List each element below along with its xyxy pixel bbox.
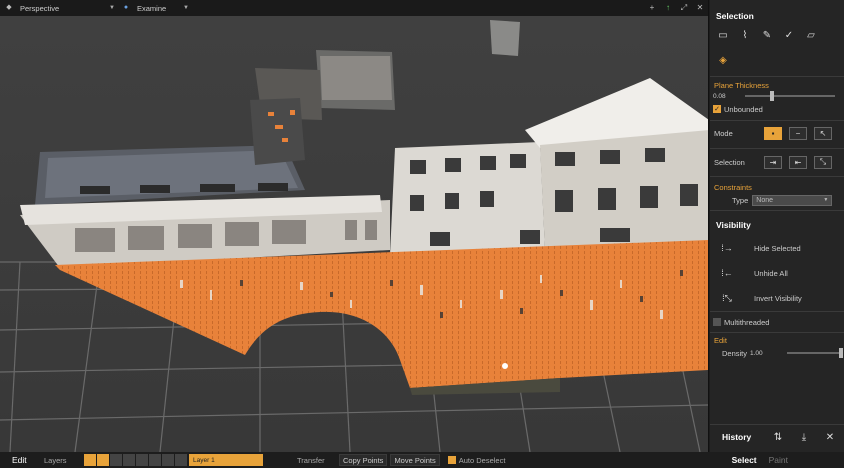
layer-slot[interactable] bbox=[84, 454, 96, 466]
multithreaded-label: Multithreaded bbox=[724, 317, 770, 327]
mouse-cursor bbox=[502, 363, 508, 369]
brush-select-icon[interactable]: ✎ bbox=[759, 28, 775, 42]
mode-intersect-button[interactable]: ↖ bbox=[814, 126, 832, 140]
unhide-all-row[interactable]: ⁞← Unhide All bbox=[710, 266, 844, 280]
selection-title: Selection bbox=[716, 11, 754, 21]
unbounded-label: Unbounded bbox=[724, 104, 763, 114]
bottom-toolbar: Edit Layers Layer 1 Transfer Copy Points… bbox=[0, 452, 844, 468]
up-arrow-icon[interactable]: ↑ bbox=[663, 3, 673, 13]
plane-select-icon[interactable]: ▱ bbox=[803, 28, 819, 42]
tool-panel: Selection ▭ ⌇ ✎ ✓ ▱ ◈ Plane Thickness 0.… bbox=[710, 0, 844, 452]
multithreaded-checkbox[interactable]: ✓ bbox=[713, 318, 721, 326]
chevron-down-icon: ▼ bbox=[183, 5, 189, 11]
plane-thickness-value: 0.08 bbox=[713, 92, 726, 100]
density-value: 1.00 bbox=[750, 349, 763, 357]
polygon-select-icon[interactable]: ⌇ bbox=[737, 28, 753, 42]
history-label[interactable]: History bbox=[722, 432, 770, 442]
layer-slot[interactable] bbox=[97, 454, 109, 466]
slider-knob[interactable] bbox=[839, 348, 844, 358]
density-slider[interactable] bbox=[787, 348, 844, 358]
layer-slot[interactable] bbox=[162, 454, 174, 466]
chevron-down-icon: ▼ bbox=[109, 5, 115, 11]
edit-section-label: Edit bbox=[714, 335, 727, 345]
viewport-toolbar: ◆ Perspective ▼ ● Examine ▼ + ↑ ⤢ ✕ bbox=[0, 0, 708, 16]
rectangle-select-icon[interactable]: ▭ bbox=[715, 28, 731, 42]
type-label: Type bbox=[732, 195, 749, 205]
selection-label: Selection bbox=[714, 157, 745, 167]
close-icon[interactable]: ✕ bbox=[695, 3, 705, 13]
invert-visibility-row[interactable]: ⁞⤡ Invert Visibility bbox=[710, 291, 844, 305]
mode-dropdown-label: Examine bbox=[137, 3, 167, 13]
select-out-button[interactable]: ⇤ bbox=[789, 155, 807, 169]
3d-viewport[interactable]: ◆ Perspective ▼ ● Examine ▼ + ↑ ⤢ ✕ bbox=[0, 0, 709, 452]
hide-selected-row[interactable]: ⁞→ Hide Selected bbox=[710, 241, 844, 255]
expand-icon[interactable]: ⤢ bbox=[679, 3, 689, 13]
magic-select-icon[interactable]: ✓ bbox=[781, 28, 797, 42]
layer-visibility-slots[interactable] bbox=[84, 454, 187, 466]
plane-thickness-slider[interactable] bbox=[745, 91, 835, 101]
plane-thickness-label: Plane Thickness bbox=[714, 80, 769, 90]
transfer-label: Transfer bbox=[297, 455, 325, 465]
auto-deselect-checkbox[interactable] bbox=[447, 456, 456, 464]
constraint-type-value: None bbox=[756, 196, 773, 204]
layer-slot[interactable] bbox=[110, 454, 122, 466]
move-points-button[interactable]: Move Points bbox=[390, 454, 440, 466]
unbounded-checkbox[interactable]: ✓ bbox=[713, 105, 721, 113]
point-cloud-scene[interactable] bbox=[0, 16, 709, 452]
fill-select-icon[interactable]: ◈ bbox=[715, 53, 731, 67]
app-window: ◆ Perspective ▼ ● Examine ▼ + ↑ ⤢ ✕ Sele… bbox=[0, 0, 844, 468]
chevron-down-icon: ▼ bbox=[823, 197, 829, 203]
hide-selected-label[interactable]: Hide Selected bbox=[754, 244, 801, 253]
viewport-menu-icon[interactable]: ◆ bbox=[4, 3, 14, 13]
layers-label: Layers bbox=[44, 455, 67, 465]
visibility-title: Visibility bbox=[716, 220, 751, 230]
mode-replace-button[interactable]: ▪ bbox=[764, 126, 782, 140]
mode-subtract-button[interactable]: − bbox=[789, 126, 807, 140]
constraint-type-select[interactable]: None ▼ bbox=[752, 194, 833, 206]
download-icon[interactable]: ⤓ bbox=[796, 430, 812, 444]
hide-selected-icon[interactable]: ⁞→ bbox=[714, 241, 740, 255]
layer-selector[interactable]: Layer 1 bbox=[189, 454, 263, 466]
constraints-label: Constraints bbox=[714, 182, 752, 192]
copy-points-button[interactable]: Copy Points bbox=[339, 454, 388, 466]
layer-slot[interactable] bbox=[149, 454, 161, 466]
plus-icon[interactable]: + bbox=[647, 3, 657, 13]
layer-slot[interactable] bbox=[175, 454, 187, 466]
layer-name: Layer 1 bbox=[193, 456, 215, 464]
close-icon[interactable]: ✕ bbox=[822, 430, 838, 444]
info-icon[interactable]: ● bbox=[121, 3, 131, 13]
density-label: Density bbox=[722, 348, 748, 358]
invert-visibility-label[interactable]: Invert Visibility bbox=[754, 294, 802, 303]
paint-tab[interactable]: Paint bbox=[769, 455, 788, 465]
view-dropdown-label: Perspective bbox=[20, 3, 60, 13]
auto-deselect-label: Auto Deselect bbox=[458, 455, 506, 465]
view-dropdown[interactable]: Perspective ▼ bbox=[20, 4, 115, 13]
layer-slot[interactable] bbox=[123, 454, 135, 466]
unhide-all-label[interactable]: Unhide All bbox=[754, 269, 788, 278]
unhide-all-icon[interactable]: ⁞← bbox=[714, 266, 740, 280]
mode-dropdown[interactable]: Examine ▼ bbox=[137, 4, 189, 13]
edit-tab[interactable]: Edit bbox=[12, 455, 42, 465]
slider-knob[interactable] bbox=[770, 91, 774, 101]
swap-vertical-icon[interactable]: ⇅ bbox=[770, 430, 786, 444]
invert-visibility-icon[interactable]: ⁞⤡ bbox=[714, 291, 740, 305]
mode-label: Mode bbox=[714, 128, 733, 138]
select-invert-button[interactable]: ⤡ bbox=[814, 155, 832, 169]
select-in-button[interactable]: ⇥ bbox=[764, 155, 782, 169]
layer-slot[interactable] bbox=[136, 454, 148, 466]
select-tab[interactable]: Select bbox=[732, 455, 757, 465]
